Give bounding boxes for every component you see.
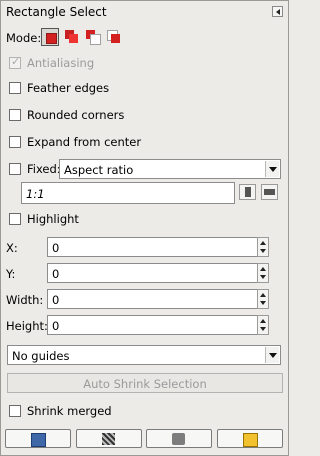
height-field[interactable]: 0 — [47, 315, 269, 335]
add-mode-icon-part — [69, 34, 78, 43]
width-value: 0 — [52, 293, 60, 307]
x-label: X: — [6, 241, 18, 255]
y-label: Y: — [6, 267, 16, 281]
width-label: Width: — [6, 293, 44, 307]
reset-options-icon — [243, 433, 258, 447]
intersect-mode-icon-part — [111, 34, 120, 43]
landscape-button[interactable] — [261, 184, 278, 200]
height-value: 0 — [52, 319, 60, 333]
shrink-merged-checkbox[interactable] — [9, 405, 21, 417]
x-field[interactable]: 0 — [47, 237, 269, 257]
antialiasing-label: Antialiasing — [27, 56, 95, 70]
spin-down-icon — [260, 327, 266, 331]
expand-from-center-label: Expand from center — [27, 135, 142, 149]
replace-mode-icon — [46, 33, 57, 44]
save-preset-icon — [31, 433, 46, 447]
chevron-down-icon — [265, 161, 279, 177]
panel-title: Rectangle Select — [6, 5, 107, 19]
mode-label: Mode: — [6, 31, 42, 45]
feather-edges-checkbox[interactable] — [9, 82, 21, 94]
spin-up-icon — [260, 319, 266, 323]
spin-down-icon — [260, 249, 266, 253]
portrait-button[interactable] — [239, 184, 256, 200]
replace-mode-button[interactable] — [41, 28, 59, 46]
highlight-label: Highlight — [27, 212, 79, 226]
fixed-label: Fixed: — [27, 162, 61, 176]
expand-from-center-checkbox[interactable] — [9, 136, 21, 148]
fixed-checkbox[interactable] — [9, 163, 21, 175]
width-field[interactable]: 0 — [47, 289, 269, 309]
width-spinner[interactable] — [257, 289, 269, 309]
rounded-corners-label: Rounded corners — [27, 108, 125, 122]
landscape-icon — [264, 189, 275, 195]
intersect-mode-button[interactable] — [105, 28, 123, 46]
subtract-mode-icon-part — [90, 34, 101, 45]
feather-edges-label: Feather edges — [27, 81, 110, 95]
delete-preset-button[interactable] — [146, 429, 212, 448]
spin-up-icon — [260, 293, 266, 297]
auto-shrink-button[interactable]: Auto Shrink Selection — [7, 373, 283, 393]
shrink-merged-label: Shrink merged — [27, 404, 112, 418]
ratio-field[interactable]: 1:1 — [21, 182, 235, 204]
antialiasing-checkbox[interactable] — [9, 55, 21, 69]
spin-down-icon — [260, 301, 266, 305]
guides-dropdown[interactable]: No guides — [7, 345, 281, 365]
highlight-checkbox[interactable] — [9, 213, 21, 225]
reset-options-button[interactable] — [217, 429, 283, 448]
x-spinner[interactable] — [257, 237, 269, 257]
add-mode-button[interactable] — [63, 28, 81, 46]
height-spinner[interactable] — [257, 315, 269, 335]
auto-shrink-label: Auto Shrink Selection — [83, 377, 207, 391]
tool-options-panel: Rectangle Select Mode: Antialiasing Feat… — [0, 0, 289, 456]
y-field[interactable]: 0 — [47, 263, 269, 283]
spin-up-icon — [260, 241, 266, 245]
chevron-down-icon — [265, 347, 279, 363]
height-label: Height: — [6, 319, 48, 333]
spin-up-icon — [260, 267, 266, 271]
ratio-value: 1:1 — [26, 187, 45, 201]
fixed-mode-value: Aspect ratio — [64, 163, 134, 177]
subtract-mode-button[interactable] — [84, 28, 102, 46]
restore-preset-button[interactable] — [76, 429, 142, 448]
save-preset-button[interactable] — [5, 429, 71, 448]
restore-preset-icon — [102, 433, 115, 445]
spin-down-icon — [260, 275, 266, 279]
rounded-corners-checkbox[interactable] — [9, 109, 21, 121]
panel-title-bar: Rectangle Select — [1, 1, 288, 23]
tab-menu-icon[interactable] — [272, 6, 283, 17]
y-spinner[interactable] — [257, 263, 269, 283]
x-value: 0 — [52, 241, 60, 255]
guides-value: No guides — [12, 349, 70, 363]
portrait-icon — [245, 187, 251, 197]
y-value: 0 — [52, 267, 60, 281]
delete-preset-icon — [172, 433, 185, 445]
fixed-mode-dropdown[interactable]: Aspect ratio — [59, 159, 281, 179]
